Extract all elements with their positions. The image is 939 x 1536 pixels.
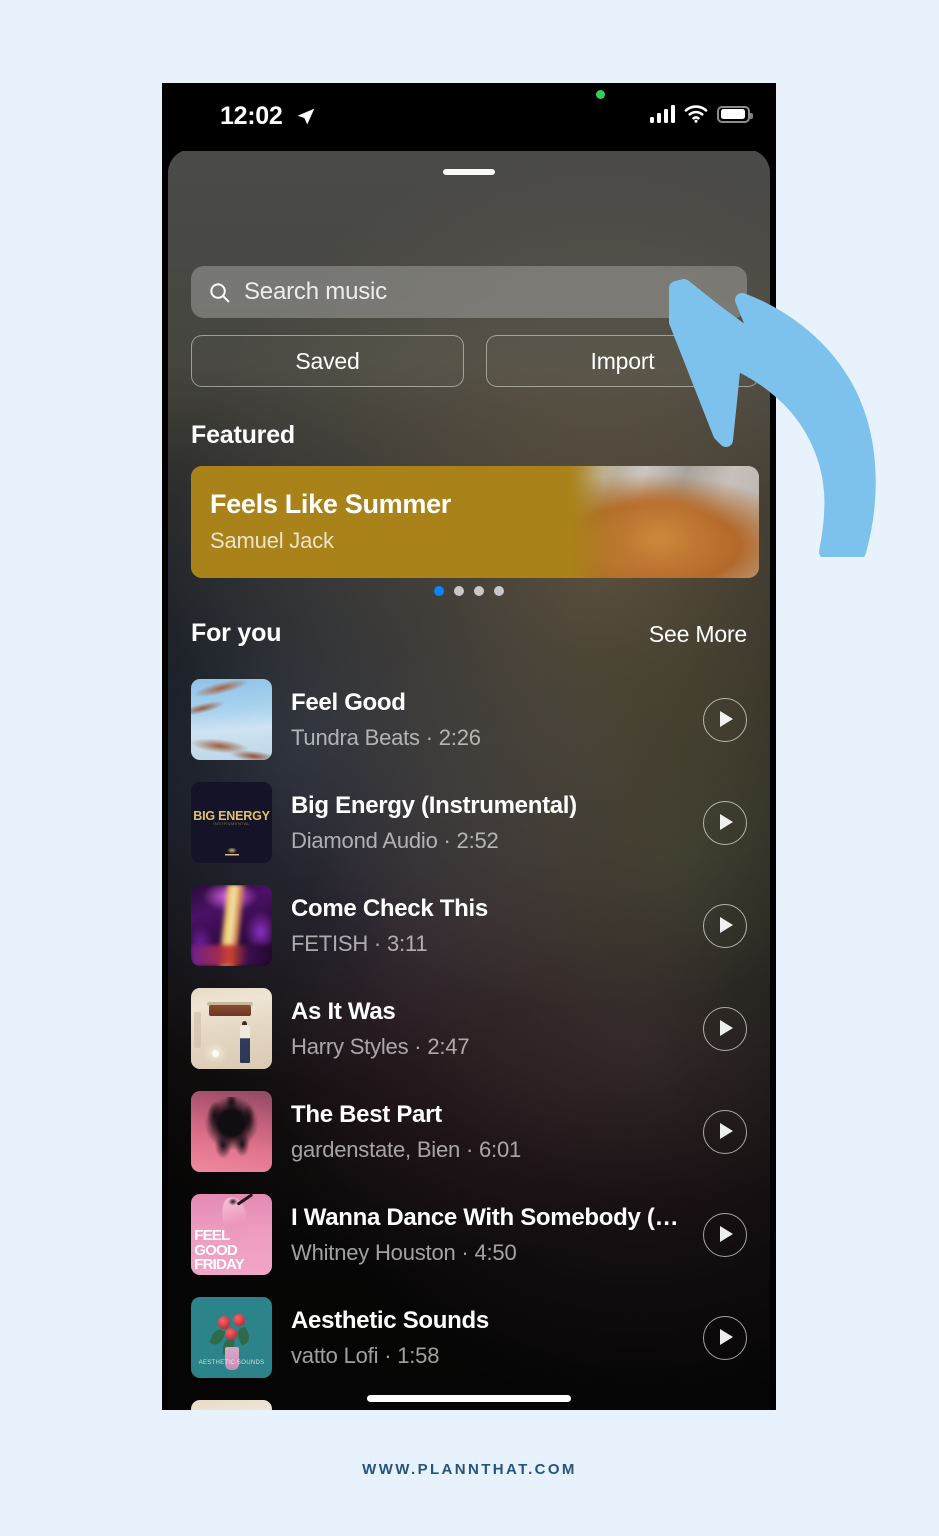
track-subtitle: gardenstate, Bien · 6:01 [291, 1136, 522, 1162]
wifi-icon [684, 105, 708, 123]
status-bar-indicators [649, 105, 753, 123]
featured-card-overlay [191, 466, 759, 578]
import-button-label: Import [590, 347, 655, 374]
location-arrow-icon [297, 108, 315, 125]
track-title: Aesthetic Sounds [291, 1306, 489, 1334]
track-row[interactable]: FEEL GOOD FRIDAY I Wanna Dance With Some… [168, 1183, 770, 1286]
pager-dot-2[interactable] [454, 586, 464, 596]
status-bar-time: 12:02 [220, 102, 283, 130]
play-icon[interactable] [703, 800, 747, 845]
album-art: BIG ENERGY INSTRUMENTAL [191, 782, 272, 863]
play-icon[interactable] [703, 1315, 747, 1360]
track-row[interactable]: BIG ENERGY INSTRUMENTAL Big Energy (Inst… [168, 771, 770, 874]
footer-url: WWW.PLANNTHAT.COM [362, 1461, 577, 1478]
featured-card-title: Feels Like Summer [210, 489, 452, 519]
track-title: I Wanna Dance With Somebody (Who Lo… [291, 1203, 689, 1231]
track-title: The Best Part [291, 1100, 442, 1128]
album-art-subtext: INSTRUMENTAL [213, 820, 250, 826]
featured-pager[interactable] [168, 586, 770, 596]
album-art-text: FEEL GOOD FRIDAY [194, 1227, 244, 1273]
album-art [191, 885, 272, 966]
track-subtitle: vatto Lofi · 1:58 [291, 1342, 440, 1368]
play-icon[interactable] [703, 1006, 747, 1051]
play-icon[interactable] [703, 1212, 747, 1257]
page-canvas: 12:02 Search music Saved Import Featured… [0, 0, 939, 1536]
pager-dot-1[interactable] [434, 586, 444, 596]
play-icon[interactable] [703, 697, 747, 742]
track-title: Music For a Sushi Restaurant [291, 1410, 689, 1411]
track-row[interactable]: AESTHETIC SOUNDS Aesthetic Sounds vatto … [168, 1286, 770, 1389]
see-more-link[interactable]: See More [649, 621, 747, 648]
track-title: Feel Good [291, 688, 406, 716]
search-input[interactable]: Search music [191, 266, 747, 318]
play-icon[interactable] [703, 903, 747, 948]
cellular-bars-icon [649, 105, 675, 123]
track-row[interactable]: Feel Good Tundra Beats · 2:26 [168, 668, 770, 771]
green-dot-icon [596, 90, 605, 99]
track-title: Come Check This [291, 894, 488, 922]
album-art [191, 988, 272, 1069]
album-art: FEEL GOOD FRIDAY [191, 1194, 272, 1275]
featured-heading: Featured [191, 421, 295, 449]
featured-card-artist: Samuel Jack [210, 528, 334, 553]
play-icon[interactable] [703, 1109, 747, 1154]
saved-button[interactable]: Saved [191, 335, 464, 387]
album-art-mark [224, 847, 239, 856]
music-sheet-panel: Search music Saved Import Featured Feels… [168, 149, 770, 1410]
album-art: AESTHETIC SOUNDS [191, 1297, 272, 1378]
phone-screenshot: 12:02 Search music Saved Import Featured… [162, 83, 776, 1410]
track-subtitle: Harry Styles · 2:47 [291, 1033, 470, 1059]
album-art [191, 679, 272, 760]
foryou-heading: For you [191, 619, 282, 647]
album-art [191, 1400, 272, 1410]
status-bar: 12:02 [162, 83, 776, 151]
import-button[interactable]: Import [486, 335, 759, 387]
album-art-text: AESTHETIC SOUNDS [198, 1359, 265, 1366]
track-subtitle: Tundra Beats · 2:26 [291, 724, 481, 750]
battery-icon [717, 105, 753, 123]
track-subtitle: Diamond Audio · 2:52 [291, 827, 499, 853]
track-row[interactable]: As It Was Harry Styles · 2:47 [168, 977, 770, 1080]
track-title: As It Was [291, 997, 396, 1025]
home-indicator[interactable] [367, 1395, 571, 1402]
pager-dot-4[interactable] [494, 586, 504, 596]
track-subtitle: FETISH · 3:11 [291, 930, 428, 956]
search-placeholder: Search music [244, 278, 387, 305]
track-list: Feel Good Tundra Beats · 2:26 BIG ENERGY… [168, 668, 770, 1410]
sheet-grabber[interactable] [443, 169, 495, 175]
track-subtitle: Whitney Houston · 4:50 [291, 1239, 517, 1265]
track-row[interactable]: The Best Part gardenstate, Bien · 6:01 [168, 1080, 770, 1183]
track-row[interactable]: Come Check This FETISH · 3:11 [168, 874, 770, 977]
pager-dot-3[interactable] [474, 586, 484, 596]
search-icon [210, 282, 230, 302]
track-title: Big Energy (Instrumental) [291, 791, 577, 819]
saved-button-label: Saved [295, 347, 360, 374]
album-art [191, 1091, 272, 1172]
featured-card[interactable]: Feels Like Summer Samuel Jack [191, 466, 759, 578]
